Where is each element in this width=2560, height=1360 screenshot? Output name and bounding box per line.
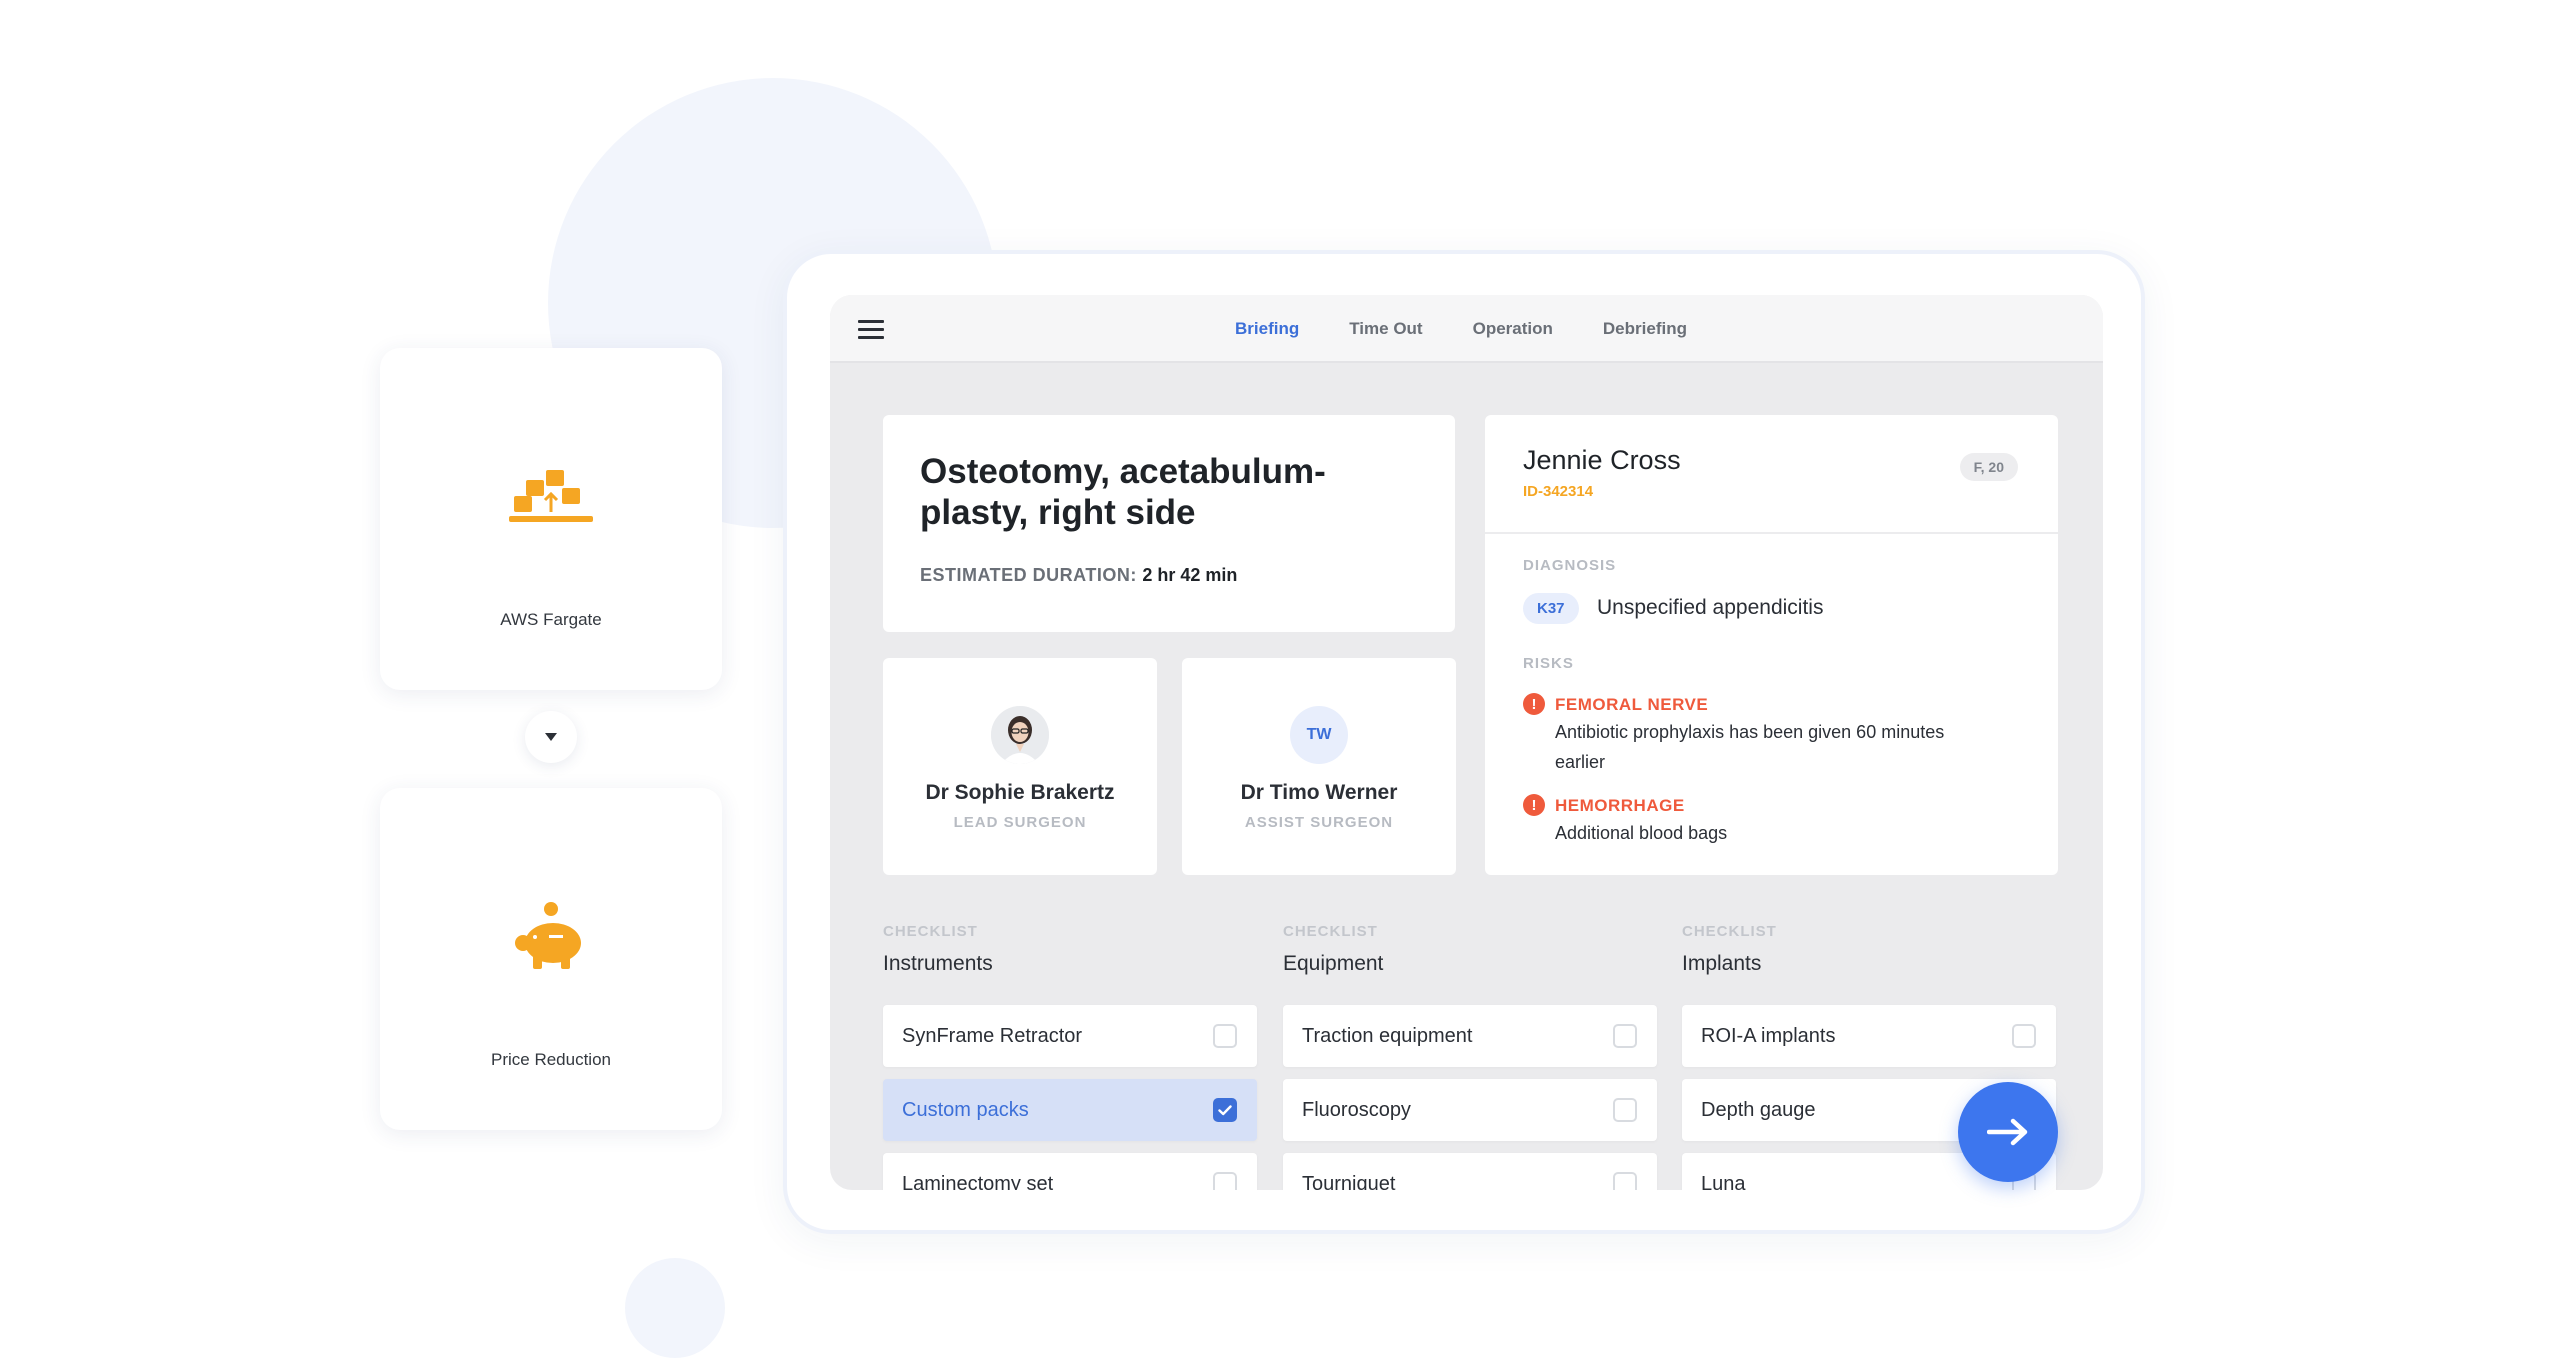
risk-text: Antibiotic prophylaxis has been given 60… (1555, 722, 1945, 772)
checklist-item-label: Tourniquet (1302, 1173, 1396, 1190)
duration-label: ESTIMATED DURATION: (920, 565, 1137, 585)
duration-value: 2 hr 42 min (1142, 565, 1238, 585)
patient-card: Jennie Cross ID-342314 F, 20 DIAGNOSIS K… (1485, 415, 2058, 875)
checklist-item-label: Traction equipment (1302, 1025, 1473, 1047)
tab-debriefing[interactable]: Debriefing (1603, 319, 1687, 339)
risks-label: RISKS (1523, 655, 1574, 672)
checklist-tag: CHECKLIST (1283, 923, 1378, 940)
alert-icon: ! (1523, 693, 1545, 715)
container-upload-icon (509, 470, 593, 522)
top-navigation: Briefing Time Out Operation Debriefing (830, 295, 2103, 363)
next-button[interactable] (1958, 1082, 2058, 1182)
checkbox[interactable] (1613, 1024, 1637, 1048)
tab-briefing[interactable]: Briefing (1235, 319, 1299, 339)
estimated-duration: ESTIMATED DURATION: 2 hr 42 min (920, 565, 1237, 586)
checklist-equipment: CHECKLIST Equipment Traction equipment F… (1283, 923, 1657, 1190)
hamburger-icon[interactable] (858, 320, 884, 340)
checklist-title: Equipment (1283, 952, 1384, 975)
arrow-right-icon (1987, 1118, 2028, 1146)
surgeon-role: ASSIST SURGEON (1244, 814, 1394, 831)
feature-card-price-reduction[interactable]: Price Reduction (380, 788, 722, 1130)
piggy-bank-icon (515, 902, 581, 969)
checkbox[interactable] (1613, 1172, 1637, 1190)
checkmark-icon (1218, 1104, 1232, 1115)
checklist-item[interactable]: SynFrame Retractor (883, 1005, 1257, 1067)
app-screen: Briefing Time Out Operation Debriefing O… (830, 295, 2103, 1190)
checklist-item-label: ROI-A implants (1701, 1025, 1836, 1047)
diagnosis-text: Unspecified appendicitis (1597, 596, 1824, 619)
checklist-item-label: Luna (1701, 1173, 1746, 1190)
tab-bar: Briefing Time Out Operation Debriefing (1235, 295, 1737, 363)
risk-title: HEMORRHAGE (1555, 796, 1685, 815)
checklist-item[interactable]: Custom packs (883, 1079, 1257, 1141)
checklist-item-label: Custom packs (902, 1099, 1029, 1121)
procedure-card: Osteotomy, acetabulum-plasty, right side… (883, 415, 1455, 632)
checklist-title: Instruments (883, 952, 993, 975)
checklist-instruments: CHECKLIST Instruments SynFrame Retractor… (883, 923, 1257, 1190)
alert-icon: ! (1523, 794, 1545, 816)
surgeon-photo-icon (991, 706, 1049, 764)
checkbox[interactable] (2012, 1024, 2036, 1048)
avatar: TW (1290, 706, 1348, 764)
feature-card-label: Price Reduction (490, 1050, 611, 1069)
surgeon-card-lead[interactable]: Dr Sophie Brakertz LEAD SURGEON (883, 658, 1157, 875)
patient-id: ID-342314 (1523, 483, 1594, 500)
feature-card-label: AWS Fargate (500, 610, 602, 629)
checklist-tag: CHECKLIST (883, 923, 978, 940)
checkbox[interactable] (1213, 1024, 1237, 1048)
connector-toggle[interactable] (525, 711, 577, 763)
checklist-tag: CHECKLIST (1682, 923, 1777, 940)
checklist-implants: CHECKLIST Implants ROI-A implants Depth … (1682, 923, 2056, 1190)
tab-time-out[interactable]: Time Out (1349, 319, 1422, 339)
checklist-item[interactable]: Traction equipment (1283, 1005, 1657, 1067)
feature-card-aws-fargate[interactable]: AWS Fargate (380, 348, 722, 690)
surgeon-name: Dr Timo Werner (1240, 781, 1398, 804)
tab-operation[interactable]: Operation (1473, 319, 1553, 339)
risk-text: Additional blood bags (1555, 823, 1728, 843)
procedure-title: Osteotomy, acetabulum-plasty, right side (920, 452, 1326, 532)
surgeon-role: LEAD SURGEON (953, 814, 1087, 831)
checklist-item[interactable]: ROI-A implants (1682, 1005, 2056, 1067)
checkbox[interactable] (1213, 1098, 1237, 1122)
checklist-item[interactable]: Fluoroscopy (1283, 1079, 1657, 1141)
surgeon-card-assist[interactable]: TW Dr Timo Werner ASSIST SURGEON (1182, 658, 1456, 875)
checklist-item[interactable]: Tourniquet (1283, 1153, 1657, 1190)
divider (1485, 532, 2058, 534)
checkbox[interactable] (1613, 1098, 1637, 1122)
risk-title: FEMORAL NERVE (1555, 695, 1709, 714)
checklist-item-label: Depth gauge (1701, 1099, 1816, 1121)
checklist-title: Implants (1682, 952, 1762, 975)
background-circle-small (625, 1258, 725, 1358)
checklist-item-label: Fluoroscopy (1302, 1099, 1411, 1121)
checklist-item-label: SynFrame Retractor (902, 1025, 1083, 1047)
avatar (991, 706, 1049, 764)
patient-name: Jennie Cross (1523, 445, 1681, 475)
diagnosis-code-badge: K37 (1523, 593, 1579, 624)
chevron-down-icon (545, 733, 557, 741)
checkbox[interactable] (1213, 1172, 1237, 1190)
diagnosis-label: DIAGNOSIS (1523, 557, 1617, 574)
surgeon-name: Dr Sophie Brakertz (925, 781, 1115, 804)
patient-sex-age-badge: F, 20 (1959, 453, 2018, 481)
checklist-item-label: Laminectomy set (902, 1173, 1054, 1190)
checklist-item[interactable]: Laminectomy set (883, 1153, 1257, 1190)
